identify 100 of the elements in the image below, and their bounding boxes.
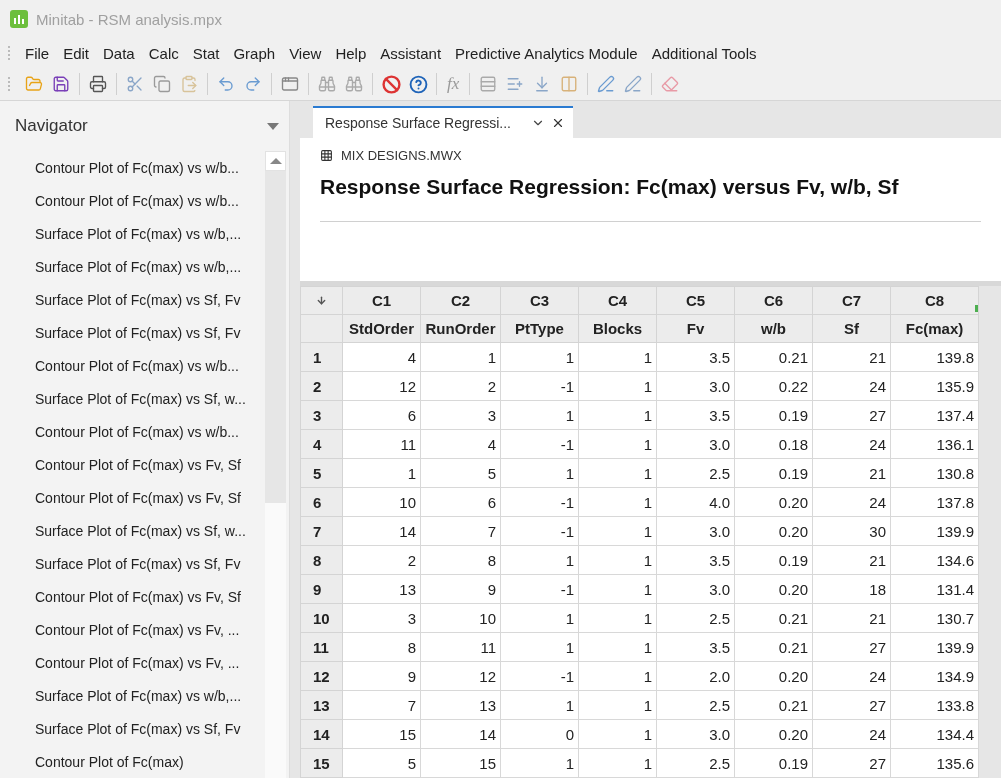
table-cell[interactable]: 1 xyxy=(500,458,579,488)
table-cell[interactable]: 137.8 xyxy=(890,487,979,517)
table-cell[interactable]: 21 xyxy=(812,603,891,633)
table-cell[interactable]: 14 xyxy=(342,516,421,546)
table-cell[interactable]: 136.1 xyxy=(890,429,979,459)
row-number[interactable]: 4 xyxy=(300,429,343,459)
table-cell[interactable]: 0.21 xyxy=(734,603,813,633)
table-cell[interactable]: 3.5 xyxy=(656,342,735,372)
table-cell[interactable]: 6 xyxy=(342,400,421,430)
table-cell[interactable]: 5 xyxy=(420,458,501,488)
table-cell[interactable]: 7 xyxy=(342,690,421,720)
help-icon[interactable] xyxy=(407,73,429,95)
navigator-item[interactable]: Contour Plot of Fc(max) vs Fv, ... xyxy=(6,613,265,646)
column-name[interactable]: Fv xyxy=(656,314,735,343)
table-cell[interactable]: 0.19 xyxy=(734,458,813,488)
column-id[interactable]: C8 xyxy=(890,286,979,315)
navigator-item[interactable]: Surface Plot of Fc(max) vs Sf, Fv xyxy=(6,283,265,316)
menu-item[interactable]: Graph xyxy=(226,44,283,62)
row-number[interactable]: 14 xyxy=(300,719,343,749)
table-cell[interactable]: 21 xyxy=(812,342,891,372)
column-id[interactable]: C4 xyxy=(578,286,657,315)
table-cell[interactable]: 3.0 xyxy=(656,429,735,459)
menu-item[interactable]: Calc xyxy=(141,44,186,62)
table-cell[interactable]: 4 xyxy=(342,342,421,372)
table-cell[interactable]: 13 xyxy=(342,574,421,604)
navigator-item[interactable]: Contour Plot of Fc(max) vs Fv, ... xyxy=(6,646,265,679)
table-cell[interactable]: 0.20 xyxy=(734,487,813,517)
arrow-down-icon[interactable] xyxy=(316,294,327,306)
table-cell[interactable]: 3 xyxy=(342,603,421,633)
table-cell[interactable]: 135.9 xyxy=(890,371,979,401)
table-cell[interactable]: 18 xyxy=(812,574,891,604)
navigator-item[interactable]: Surface Plot of Fc(max) vs Sf, Fv xyxy=(6,547,265,580)
column-name[interactable]: StdOrder xyxy=(342,314,421,343)
table-cell[interactable]: 27 xyxy=(812,400,891,430)
menu-item[interactable]: Help xyxy=(328,44,374,62)
table-cell[interactable]: 1 xyxy=(500,748,579,778)
table-cell[interactable]: -1 xyxy=(500,371,579,401)
table-cell[interactable]: 1 xyxy=(578,371,657,401)
navigator-item[interactable]: Contour Plot of Fc(max) vs w/b... xyxy=(6,415,265,448)
column-name[interactable]: Sf xyxy=(812,314,891,343)
table-cell[interactable]: 1 xyxy=(578,603,657,633)
table-cell[interactable]: 10 xyxy=(342,487,421,517)
menu-item[interactable]: Predictive Analytics Module xyxy=(448,44,645,62)
table-cell[interactable]: 1 xyxy=(500,690,579,720)
navigator-item[interactable]: Surface Plot of Fc(max) vs Sf, Fv xyxy=(6,316,265,349)
table-cell[interactable]: 7 xyxy=(420,516,501,546)
table-cell[interactable]: 1 xyxy=(578,632,657,662)
table-cell[interactable]: 15 xyxy=(420,748,501,778)
table-cell[interactable]: 4 xyxy=(420,429,501,459)
menu-item[interactable]: File xyxy=(18,44,57,62)
column-id[interactable]: C1 xyxy=(342,286,421,315)
column-name[interactable]: Fc(max) xyxy=(890,314,979,343)
table-cell[interactable]: 11 xyxy=(420,632,501,662)
column-name[interactable]: w/b xyxy=(734,314,813,343)
table-cell[interactable]: 2 xyxy=(420,371,501,401)
table-cell[interactable]: -1 xyxy=(500,574,579,604)
column-name[interactable]: Blocks xyxy=(578,314,657,343)
table-cell[interactable]: 15 xyxy=(342,719,421,749)
row-number[interactable]: 5 xyxy=(300,458,343,488)
column-name[interactable]: RunOrder xyxy=(420,314,501,343)
table-cell[interactable]: 11 xyxy=(342,429,421,459)
navigator-item[interactable]: Surface Plot of Fc(max) vs w/b,... xyxy=(6,217,265,250)
copy-icon[interactable] xyxy=(151,73,173,95)
column-name[interactable]: PtType xyxy=(500,314,579,343)
table-cell[interactable]: 134.6 xyxy=(890,545,979,575)
navigator-item[interactable]: Contour Plot of Fc(max) vs w/b... xyxy=(6,151,265,184)
navigator-item[interactable]: Surface Plot of Fc(max) vs Sf, w... xyxy=(6,514,265,547)
table-cell[interactable]: 133.8 xyxy=(890,690,979,720)
table-cell[interactable]: 1 xyxy=(500,400,579,430)
table-cell[interactable]: 8 xyxy=(420,545,501,575)
table-cell[interactable]: 5 xyxy=(342,748,421,778)
table-cell[interactable]: 21 xyxy=(812,458,891,488)
column-id[interactable]: C5 xyxy=(656,286,735,315)
table-cell[interactable]: 13 xyxy=(420,690,501,720)
navigator-item[interactable]: Contour Plot of Fc(max) vs Fv, Sf xyxy=(6,580,265,613)
table-cell[interactable]: 1 xyxy=(342,458,421,488)
row-number[interactable]: 11 xyxy=(300,632,343,662)
table-cell[interactable]: 8 xyxy=(342,632,421,662)
row-number[interactable]: 10 xyxy=(300,603,343,633)
table-cell[interactable]: 24 xyxy=(812,487,891,517)
navigator-item[interactable]: Surface Plot of Fc(max) vs Sf, Fv xyxy=(6,712,265,745)
table-cell[interactable]: 0.20 xyxy=(734,719,813,749)
dropdown-icon[interactable] xyxy=(267,122,279,130)
column-id[interactable]: C2 xyxy=(420,286,501,315)
column-id[interactable]: C3 xyxy=(500,286,579,315)
table-cell[interactable]: 1 xyxy=(578,458,657,488)
table-cell[interactable]: 30 xyxy=(812,516,891,546)
table-cell[interactable]: 2.5 xyxy=(656,458,735,488)
navigator-item[interactable]: Contour Plot of Fc(max) vs Fv, Sf xyxy=(6,481,265,514)
table-cell[interactable]: 1 xyxy=(500,545,579,575)
column-id[interactable]: C7 xyxy=(812,286,891,315)
table-cell[interactable]: 139.8 xyxy=(890,342,979,372)
table-cell[interactable]: 14 xyxy=(420,719,501,749)
table-cell[interactable]: 1 xyxy=(578,487,657,517)
column-id[interactable]: C6 xyxy=(734,286,813,315)
table-cell[interactable]: 134.9 xyxy=(890,661,979,691)
table-cell[interactable]: 139.9 xyxy=(890,632,979,662)
table-cell[interactable]: 0.20 xyxy=(734,516,813,546)
table-cell[interactable]: -1 xyxy=(500,516,579,546)
navigator-item[interactable]: Contour Plot of Fc(max) vs w/b... xyxy=(6,349,265,382)
